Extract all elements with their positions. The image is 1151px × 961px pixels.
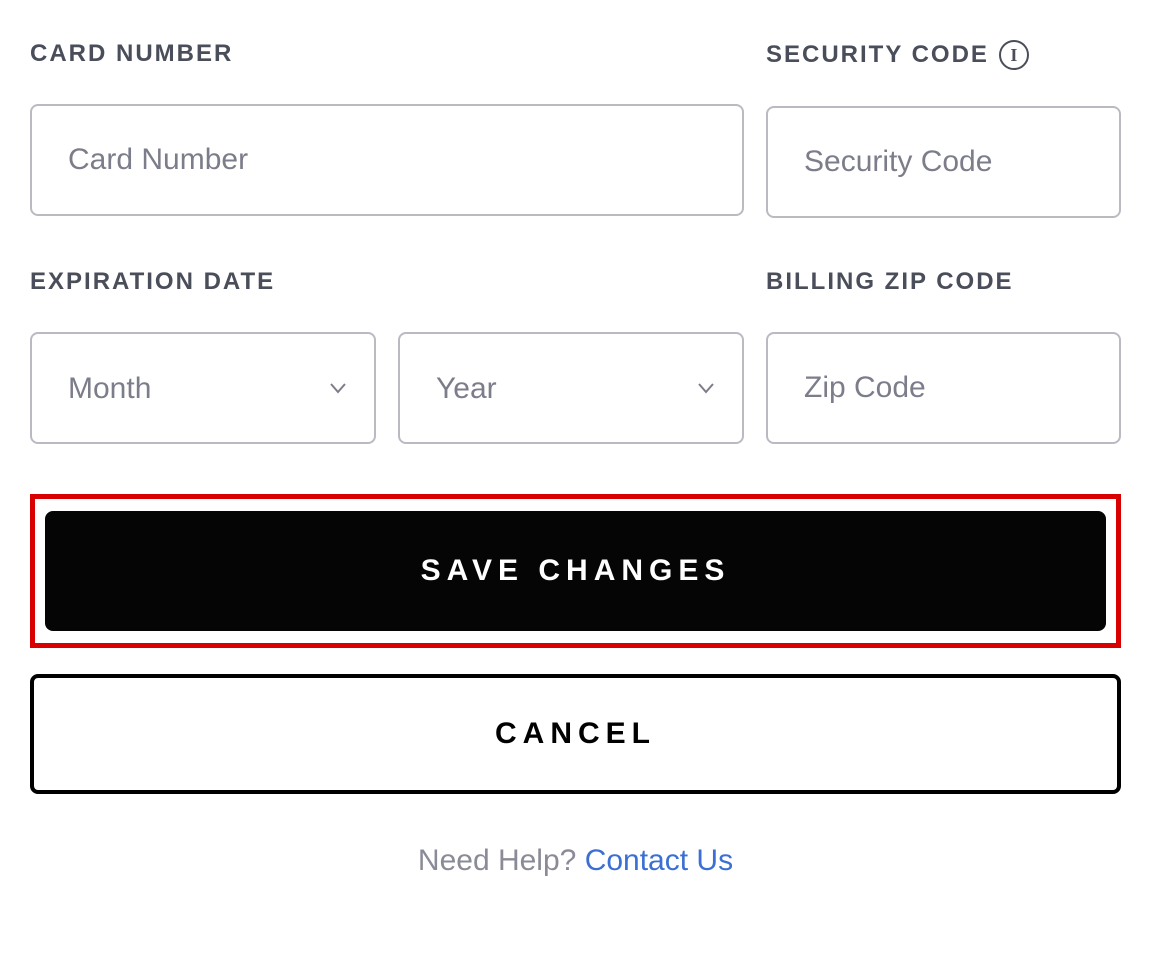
security-code-input[interactable] — [766, 106, 1121, 218]
expiration-date-label: EXPIRATION DATE — [30, 268, 744, 296]
security-code-label-text: SECURITY CODE — [766, 41, 989, 69]
cancel-button[interactable]: CANCEL — [30, 674, 1121, 794]
card-number-label: CARD NUMBER — [30, 40, 744, 68]
expiration-month-select[interactable]: Month — [30, 332, 376, 444]
help-prompt: Need Help? — [418, 844, 585, 877]
save-highlight-box: SAVE CHANGES — [30, 494, 1121, 648]
zip-code-input[interactable] — [766, 332, 1121, 444]
help-text: Need Help? Contact Us — [30, 844, 1121, 878]
info-icon[interactable]: i — [999, 40, 1029, 70]
security-code-label: SECURITY CODE i — [766, 40, 1121, 70]
card-number-input[interactable] — [30, 104, 744, 216]
contact-us-link[interactable]: Contact Us — [585, 844, 733, 877]
save-changes-button[interactable]: SAVE CHANGES — [45, 511, 1106, 631]
expiration-year-select[interactable]: Year — [398, 332, 744, 444]
billing-zip-label: BILLING ZIP CODE — [766, 268, 1121, 296]
